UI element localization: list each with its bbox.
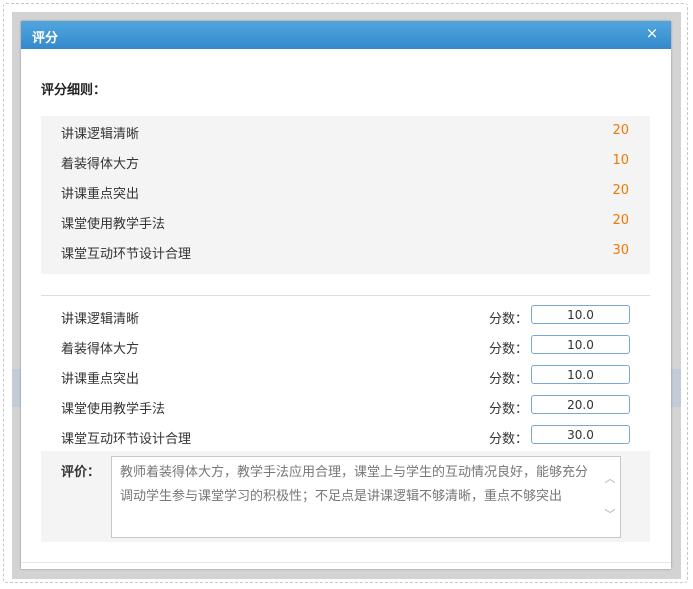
score-row: 讲课逻辑清晰 分数：: [41, 302, 650, 332]
scroll-down-icon[interactable]: ﹀: [604, 509, 616, 521]
dialog-footer-line: [21, 562, 671, 563]
section-divider: [41, 295, 650, 296]
score-label: 分数：: [489, 312, 529, 327]
score-item-name: 讲课逻辑清晰: [61, 312, 140, 327]
score-input[interactable]: [531, 335, 630, 354]
score-label: 分数：: [489, 342, 529, 357]
score-input[interactable]: [531, 425, 630, 444]
score-input[interactable]: [531, 365, 630, 384]
criteria-item-points: 10: [612, 153, 629, 168]
comment-section: 评价： 教师着装得体大方，教学手法应用合理，课堂上与学生的互动情况良好，能够充分…: [41, 451, 650, 542]
score-item-name: 课堂使用教学手法: [61, 402, 166, 417]
score-label: 分数：: [489, 372, 529, 387]
score-row: 课堂使用教学手法 分数：: [41, 392, 650, 422]
criteria-item: 着装得体大方 10: [41, 146, 650, 176]
close-icon[interactable]: ×: [645, 24, 659, 42]
criteria-item-points: 20: [612, 123, 629, 138]
comment-text: 教师着装得体大方，教学手法应用合理，课堂上与学生的互动情况良好，能够充分调动学生…: [120, 465, 589, 504]
comment-label: 评价：: [61, 465, 101, 480]
criteria-item-points: 30: [612, 243, 629, 258]
criteria-item-points: 20: [612, 213, 629, 228]
criteria-item: 讲课逻辑清晰 20: [41, 116, 650, 146]
dialog-title: 评分: [32, 31, 59, 46]
score-row: 课堂互动环节设计合理 分数：: [41, 422, 650, 452]
criteria-item: 课堂互动环节设计合理 30: [41, 236, 650, 266]
score-row: 讲课重点突出 分数：: [41, 362, 650, 392]
criteria-list: 讲课逻辑清晰 20 着装得体大方 10 讲课重点突出 20 课堂使用教学手法 2…: [41, 116, 650, 274]
criteria-item: 课堂使用教学手法 20: [41, 206, 650, 236]
score-label: 分数：: [489, 402, 529, 417]
scoring-dialog: 评分 × 评分细则： 讲课逻辑清晰 20 着装得体大方 10 讲课重点突出 20…: [21, 21, 671, 569]
score-item-name: 课堂互动环节设计合理: [61, 432, 192, 447]
comment-textarea[interactable]: 教师着装得体大方，教学手法应用合理，课堂上与学生的互动情况良好，能够充分调动学生…: [111, 456, 621, 538]
criteria-item-name: 课堂互动环节设计合理: [61, 247, 192, 262]
score-input[interactable]: [531, 395, 630, 414]
dialog-titlebar: 评分 ×: [21, 21, 671, 49]
criteria-item-name: 课堂使用教学手法: [61, 217, 166, 232]
score-label: 分数：: [489, 432, 529, 447]
score-input[interactable]: [531, 305, 630, 324]
criteria-title: 评分细则：: [41, 83, 107, 98]
criteria-item-name: 讲课逻辑清晰: [61, 127, 140, 142]
scroll-up-icon[interactable]: ︿: [604, 473, 616, 485]
criteria-item-name: 着装得体大方: [61, 157, 140, 172]
score-item-name: 讲课重点突出: [61, 372, 140, 387]
criteria-item: 讲课重点突出 20: [41, 176, 650, 206]
score-item-name: 着装得体大方: [61, 342, 140, 357]
criteria-item-name: 讲课重点突出: [61, 187, 140, 202]
criteria-item-points: 20: [612, 183, 629, 198]
score-row: 着装得体大方 分数：: [41, 332, 650, 362]
